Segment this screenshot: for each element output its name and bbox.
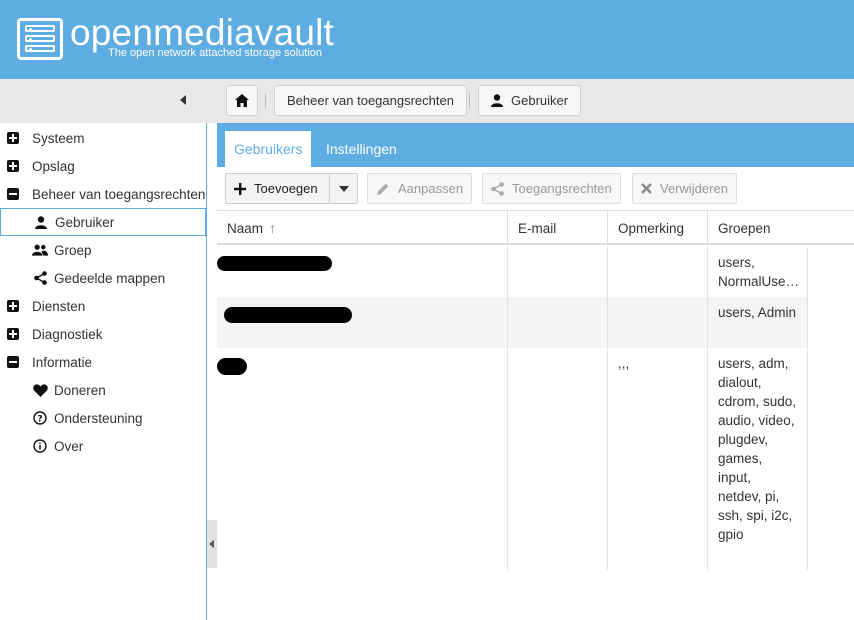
- column-header-email[interactable]: E-mail: [508, 211, 608, 245]
- column-header-groepen[interactable]: Groepen: [708, 211, 854, 245]
- pencil-icon: [377, 183, 389, 195]
- cell-opmerking: [608, 247, 708, 297]
- sidebar-item-doneren[interactable]: Doneren: [0, 376, 206, 404]
- table-row[interactable]: ,,, users, adm, dialout, cdrom, sudo, au…: [217, 348, 808, 570]
- collapse-icon[interactable]: [7, 356, 19, 368]
- collapse-icon[interactable]: [7, 188, 19, 200]
- add-button[interactable]: Toevoegen: [225, 173, 330, 204]
- add-dropdown-button[interactable]: [329, 173, 358, 204]
- breadcrumb-user[interactable]: Gebruiker: [478, 85, 582, 116]
- edit-button[interactable]: Aanpassen: [367, 173, 473, 204]
- table-row[interactable]: users, NormalUse…: [217, 247, 808, 297]
- redaction-mark: [217, 358, 247, 375]
- sidebar-item-over[interactable]: Over: [0, 432, 206, 460]
- group-icon: [32, 244, 48, 256]
- tab-bar: Gebruikers Instellingen: [217, 123, 854, 167]
- home-icon: [235, 94, 249, 107]
- collapse-sidebar-icon[interactable]: [180, 95, 186, 105]
- sidebar-item-opslag[interactable]: Opslag: [0, 152, 206, 180]
- sidebar-splitter[interactable]: [207, 520, 217, 568]
- heart-icon: [32, 383, 48, 397]
- redaction-mark: [224, 307, 352, 323]
- users-grid: Naam ↑ E-mail Opmerking Groepen users, N…: [217, 211, 854, 620]
- tab-instellingen[interactable]: Instellingen: [317, 131, 406, 167]
- column-header-opmerking[interactable]: Opmerking: [608, 211, 708, 245]
- cell-groepen: users, adm, dialout, cdrom, sudo, audio,…: [708, 348, 808, 570]
- info-icon: [33, 439, 47, 453]
- expand-icon[interactable]: [7, 160, 19, 172]
- plus-icon: [234, 182, 246, 195]
- cell-email: [508, 348, 608, 570]
- sidebar-item-gedeelde-mappen[interactable]: Gedeelde mappen: [0, 264, 206, 292]
- app-header: openmediavault The open network attached…: [0, 0, 854, 79]
- svg-text:?: ?: [37, 415, 42, 425]
- cell-naam: [217, 348, 508, 570]
- redaction-mark: [217, 256, 332, 271]
- chevron-down-icon: [338, 185, 349, 192]
- grid-toolbar: Toevoegen Aanpassen Toegangsrechten Verw…: [217, 167, 854, 211]
- breadcrumb-access-rights[interactable]: Beheer van toegangsrechten: [274, 85, 467, 116]
- question-icon: ?: [33, 411, 47, 425]
- sidebar-item-ondersteuning[interactable]: ? Ondersteuning: [0, 404, 206, 432]
- expand-icon[interactable]: [7, 132, 19, 144]
- sort-ascending-icon: ↑: [269, 220, 277, 236]
- expand-icon[interactable]: [7, 300, 19, 312]
- sidebar-item-access-rights[interactable]: Beheer van toegangsrechten: [0, 180, 206, 208]
- share-icon: [491, 181, 504, 196]
- close-icon: [641, 183, 652, 194]
- sidebar-item-diensten[interactable]: Diensten: [0, 292, 206, 320]
- sidebar-item-groep[interactable]: Groep: [0, 236, 206, 264]
- tab-gebruikers[interactable]: Gebruikers: [225, 131, 312, 167]
- cell-groepen: users, Admin: [708, 297, 808, 348]
- home-button[interactable]: [226, 85, 258, 116]
- cell-email: [508, 297, 608, 348]
- cell-naam: [217, 247, 508, 297]
- privileges-button[interactable]: Toegangsrechten: [482, 173, 621, 204]
- sidebar-item-gebruiker[interactable]: Gebruiker: [0, 208, 206, 236]
- sidebar: Systeem Opslag Beheer van toegangsrechte…: [0, 123, 207, 620]
- cell-opmerking: [608, 297, 708, 348]
- table-row[interactable]: users, Admin: [217, 297, 808, 348]
- brand-subtitle: The open network attached storage soluti…: [108, 47, 323, 59]
- cell-opmerking: ,,,: [608, 348, 708, 570]
- logo-icon: [17, 18, 63, 60]
- delete-button[interactable]: Verwijderen: [632, 173, 737, 204]
- share-icon: [33, 271, 47, 285]
- sidebar-item-informatie[interactable]: Informatie: [0, 348, 206, 376]
- grid-header: Naam ↑ E-mail Opmerking Groepen: [217, 211, 854, 245]
- user-icon: [35, 215, 47, 229]
- user-icon: [491, 94, 503, 107]
- cell-email: [508, 247, 608, 297]
- cell-groepen: users, NormalUse…: [708, 247, 808, 297]
- column-header-naam[interactable]: Naam ↑: [217, 211, 508, 245]
- breadcrumb-bar: Beheer van toegangsrechten Gebruiker: [0, 79, 854, 123]
- expand-icon[interactable]: [7, 328, 19, 340]
- sidebar-item-diagnostiek[interactable]: Diagnostiek: [0, 320, 206, 348]
- sidebar-item-systeem[interactable]: Systeem: [0, 124, 206, 152]
